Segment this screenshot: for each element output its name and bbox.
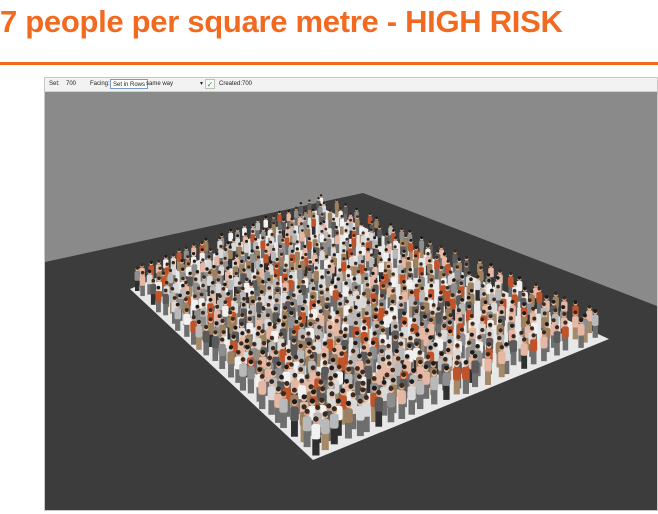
slide-title: 7 people per square metre - HIGH RISK [0, 4, 563, 39]
checkmark-icon[interactable]: ✓ [205, 79, 215, 89]
set-label: Set: [49, 81, 60, 87]
direction-select[interactable]: same way [146, 80, 173, 89]
title-underline [0, 62, 658, 65]
crowd-scene[interactable] [45, 92, 657, 510]
facing-label: Facing: [90, 81, 110, 87]
chevron-down-icon[interactable]: ▾ [200, 80, 203, 89]
3d-viewport[interactable] [45, 92, 657, 510]
crowd-simulation-window: Set: 700 Facing: Set in Rows same way ▾ … [44, 77, 658, 511]
created-label: Created: [219, 81, 243, 87]
arrangement-select[interactable]: Set in Rows [110, 79, 149, 89]
crowd-toolbar: Set: 700 Facing: Set in Rows same way ▾ … [45, 78, 657, 92]
set-count-field[interactable]: 700 [66, 80, 76, 89]
created-count: 700 [242, 81, 253, 87]
